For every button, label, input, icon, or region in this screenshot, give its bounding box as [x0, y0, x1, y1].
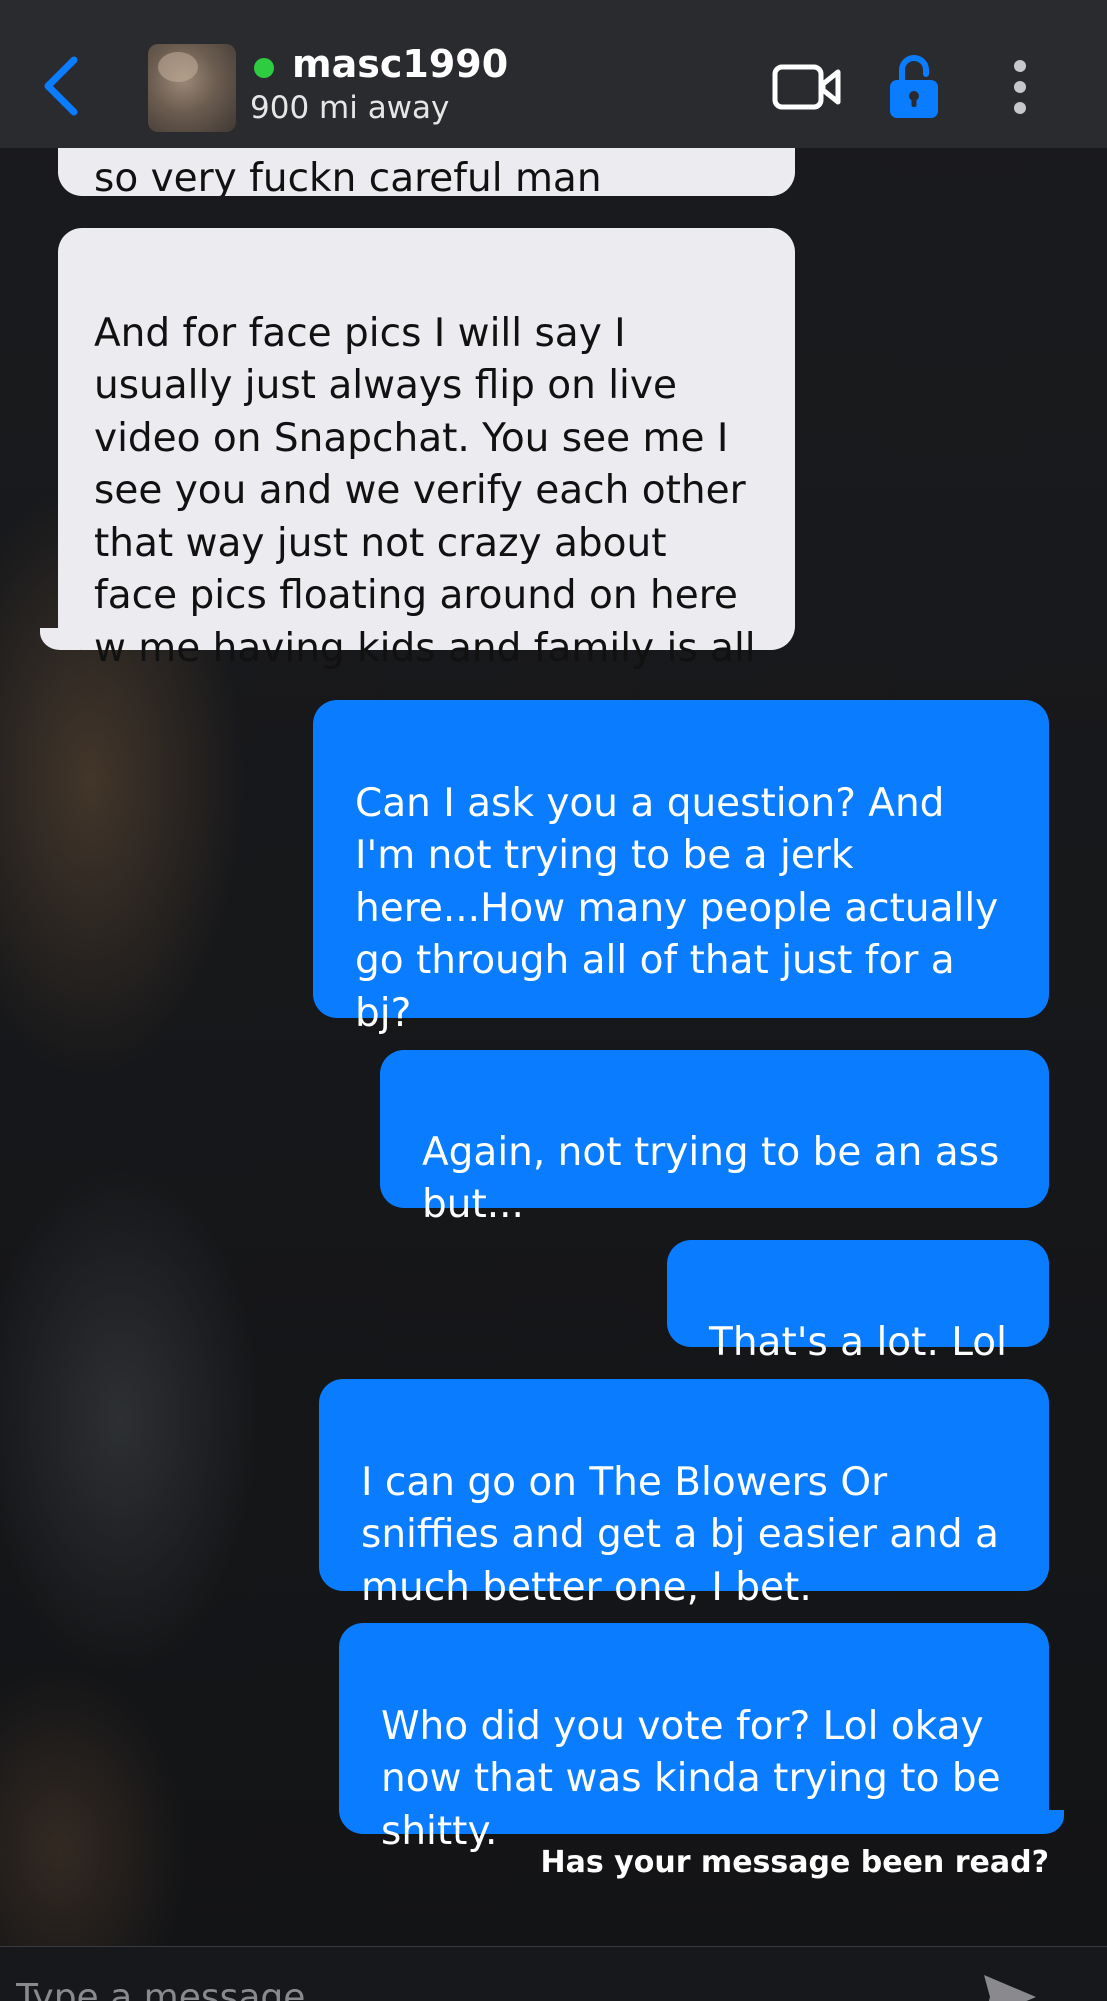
read-receipt-link[interactable]: Has your message been read?: [541, 1845, 1049, 1880]
online-status-dot: [254, 58, 274, 78]
more-options-button[interactable]: [1008, 58, 1032, 116]
username[interactable]: masc1990: [292, 42, 508, 86]
message-text: so very fuckn careful man: [94, 155, 602, 197]
message-text: That's a lot. Lol: [709, 1319, 1007, 1365]
message-outgoing: I can go on The Blowers Or sniffies and …: [319, 1379, 1049, 1610]
send-arrow-icon: [984, 1975, 1036, 2001]
message-text: Who did you vote for? Lol okay now that …: [381, 1703, 1001, 1854]
more-vertical-icon: [1014, 60, 1026, 114]
message-outgoing: That's a lot. Lol: [667, 1240, 1049, 1365]
message-text: Can I ask you a question? And I'm not tr…: [355, 780, 999, 1036]
message-outgoing: Again, not trying to be an ass but...: [380, 1050, 1049, 1227]
message-incoming: And for face pics I will say I usually j…: [58, 228, 795, 671]
message-text: I can go on The Blowers Or sniffies and …: [361, 1459, 999, 1610]
message-text: And for face pics I will say I usually j…: [94, 310, 756, 671]
message-input[interactable]: [16, 1967, 916, 2001]
unlock-button[interactable]: [888, 52, 940, 120]
message-outgoing: Can I ask you a question? And I'm not tr…: [313, 700, 1049, 1036]
video-call-button[interactable]: [772, 62, 842, 112]
message-composer: [0, 1946, 1107, 2001]
send-button[interactable]: [980, 1973, 1040, 2001]
unlock-icon: [890, 55, 938, 118]
video-camera-icon: [772, 64, 841, 110]
distance-label: 900 mi away: [250, 90, 450, 126]
back-button[interactable]: [38, 54, 86, 118]
message-outgoing: Who did you vote for? Lol okay now that …: [339, 1623, 1049, 1854]
avatar[interactable]: [148, 44, 236, 132]
back-chevron-icon: [44, 56, 78, 116]
chat-header: masc1990 900 mi away: [0, 0, 1107, 148]
